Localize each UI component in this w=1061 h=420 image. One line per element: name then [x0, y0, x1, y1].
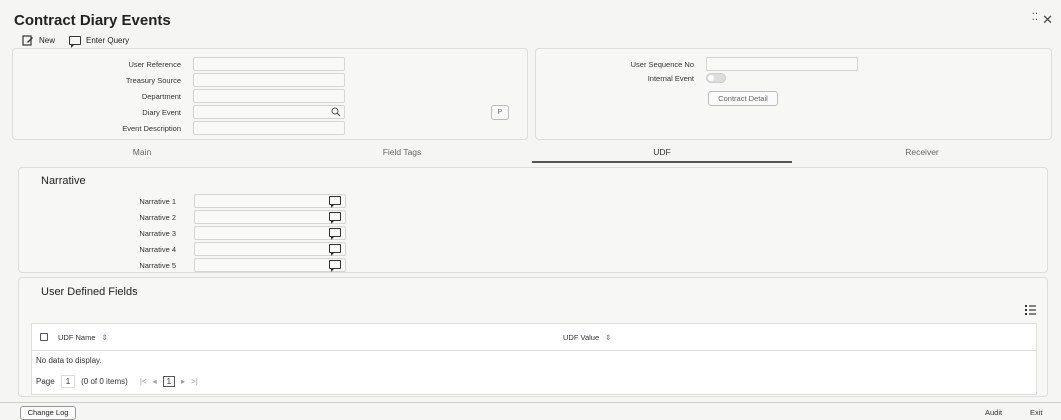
prev-page-icon[interactable]: ◂: [153, 377, 157, 386]
treasury-source-row: Treasury Source: [61, 73, 345, 87]
user-sequence-input[interactable]: [706, 57, 858, 71]
last-page-icon[interactable]: >|: [191, 377, 198, 386]
narrative-5-label: Narrative 5: [139, 260, 176, 270]
window-controls: ⁚⁚ ✕: [1032, 12, 1053, 28]
footer-divider: [0, 402, 1061, 403]
column-header-udf-name[interactable]: UDF Name ⇕: [58, 333, 563, 342]
narrative-edit-icon[interactable]: [329, 228, 341, 240]
udf-title: User Defined Fields: [41, 286, 138, 298]
diary-event-label: Diary Event: [142, 107, 181, 117]
enter-query-label: Enter Query: [86, 36, 130, 45]
narrative-edit-icon[interactable]: [329, 196, 341, 208]
narrative-4-label: Narrative 4: [139, 244, 176, 254]
treasury-source-input[interactable]: [193, 73, 345, 87]
page-title: Contract Diary Events: [14, 12, 171, 29]
narrative-panel: Narrative Narrative 1 Narrative 2 Narrat…: [18, 167, 1048, 273]
treasury-source-label: Treasury Source: [125, 75, 181, 85]
change-log-button[interactable]: Change Log: [20, 406, 76, 420]
tab-bar: Main Field Tags UDF Receiver: [12, 143, 1052, 163]
narrative-4-input[interactable]: [194, 242, 346, 256]
narrative-1-input[interactable]: [194, 194, 346, 208]
exit-button[interactable]: Exit: [1030, 408, 1043, 417]
narrative-edit-icon[interactable]: [329, 244, 341, 256]
udf-grid: UDF Name ⇕ UDF Value ⇕ No data to display.…: [31, 323, 1037, 395]
internal-event-label: Internal Event: [647, 73, 694, 83]
narrative-5-row: Narrative 5: [74, 258, 346, 272]
narrative-2-row: Narrative 2: [74, 210, 346, 224]
narrative-1-row: Narrative 1: [74, 194, 346, 208]
department-label: Department: [141, 91, 181, 101]
narrative-title: Narrative: [41, 175, 86, 187]
user-reference-label: User Reference: [128, 59, 181, 69]
event-description-row: Event Description: [61, 121, 345, 135]
narrative-3-label: Narrative 3: [139, 228, 176, 238]
udf-grid-body: No data to display. Page 1 (0 of 0 items…: [31, 351, 1037, 395]
page-input[interactable]: 1: [60, 375, 76, 388]
toolbar: New Enter Query: [22, 35, 130, 48]
diary-event-input[interactable]: [193, 105, 345, 119]
event-description-label: Event Description: [122, 123, 181, 133]
diary-event-row: Diary Event: [61, 105, 345, 119]
enter-query-button[interactable]: Enter Query: [69, 36, 130, 48]
new-button[interactable]: New: [22, 35, 55, 46]
tab-udf[interactable]: UDF: [532, 143, 792, 163]
narrative-3-row: Narrative 3: [74, 226, 346, 240]
narrative-5-input[interactable]: [194, 258, 346, 272]
p-button[interactable]: P: [491, 105, 509, 120]
narrative-2-input[interactable]: [194, 210, 346, 224]
tab-field-tags[interactable]: Field Tags: [272, 143, 532, 163]
sort-icon: ⇕: [605, 332, 612, 342]
narrative-1-label: Narrative 1: [139, 196, 176, 206]
audit-button[interactable]: Audit: [985, 408, 1002, 417]
tab-receiver[interactable]: Receiver: [792, 143, 1052, 163]
contract-detail-button[interactable]: Contract Detail: [708, 91, 778, 106]
new-icon: [22, 35, 33, 46]
right-form-panel: User Sequence No Internal Event Contract…: [535, 48, 1052, 140]
narrative-edit-icon[interactable]: [329, 260, 341, 272]
narrative-edit-icon[interactable]: [329, 212, 341, 224]
narrative-2-label: Narrative 2: [139, 212, 176, 222]
internal-event-row: Internal Event: [574, 73, 726, 83]
department-row: Department: [61, 89, 345, 103]
pagination: Page 1 (0 of 0 items) |< ◂ 1 ▸ >|: [36, 375, 198, 388]
items-count: (0 of 0 items): [81, 377, 128, 386]
close-icon[interactable]: ✕: [1042, 12, 1053, 28]
udf-grid-header: UDF Name ⇕ UDF Value ⇕: [31, 323, 1037, 351]
new-label: New: [39, 36, 56, 45]
current-page[interactable]: 1: [162, 376, 176, 387]
page-label: Page: [36, 377, 55, 386]
user-sequence-label: User Sequence No: [630, 59, 694, 69]
empty-message: No data to display.: [36, 356, 102, 365]
tab-main[interactable]: Main: [12, 143, 272, 163]
narrative-4-row: Narrative 4: [74, 242, 346, 256]
internal-event-toggle[interactable]: [706, 73, 726, 83]
collapse-icon[interactable]: ⁚⁚: [1032, 12, 1038, 28]
udf-panel: User Defined Fields UDF Name ⇕ UDF Value ⇕…: [18, 277, 1048, 397]
column-options-icon[interactable]: [1025, 305, 1037, 316]
first-page-icon[interactable]: |<: [140, 377, 147, 386]
left-form-panel: User Reference Treasury Source Departmen…: [12, 48, 528, 140]
user-sequence-row: User Sequence No: [574, 57, 858, 71]
event-description-input[interactable]: [193, 121, 345, 135]
column-header-udf-value[interactable]: UDF Value ⇕: [563, 333, 611, 342]
sort-icon: ⇕: [101, 332, 108, 342]
narrative-3-input[interactable]: [194, 226, 346, 240]
user-reference-input[interactable]: [193, 57, 345, 71]
department-input[interactable]: [193, 89, 345, 103]
search-icon[interactable]: [331, 107, 341, 117]
next-page-icon[interactable]: ▸: [181, 377, 185, 386]
user-reference-row: User Reference: [61, 57, 345, 71]
select-all-checkbox[interactable]: [40, 333, 48, 341]
enter-query-icon: [69, 36, 82, 48]
